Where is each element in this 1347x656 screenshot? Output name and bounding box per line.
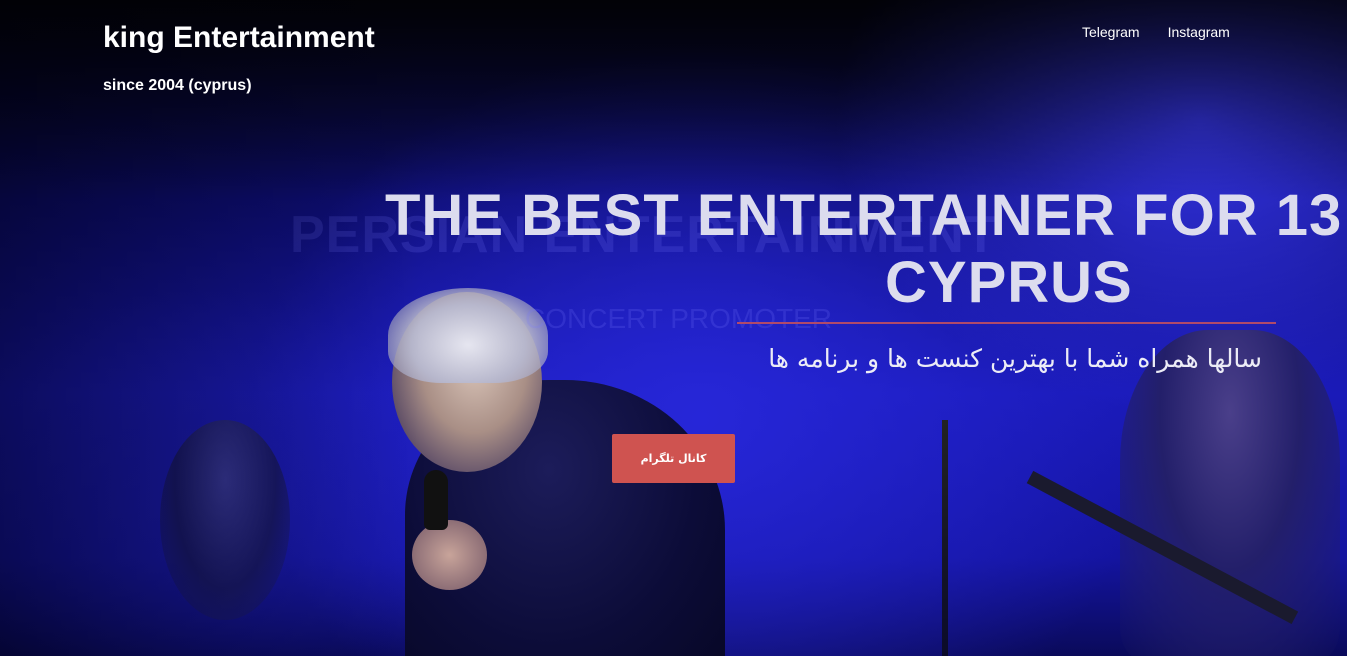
- hero-section: PERSIAN ENTERTAINMENT CONCERT PROMOTER k…: [0, 0, 1347, 656]
- nav-link-instagram[interactable]: Instagram: [1168, 24, 1230, 40]
- telegram-channel-button[interactable]: کانال تلگرام: [612, 434, 735, 483]
- headline-divider: [737, 322, 1276, 324]
- mic-stand-shape: [942, 420, 948, 656]
- singer-hand-figure: [412, 520, 487, 590]
- hero-headline-line-1: THE BEST ENTERTAINER FOR 13 Y: [385, 183, 1347, 248]
- hero-subtitle-persian: سالها همراه شما با بهترین کنست ها و برنا…: [768, 344, 1262, 373]
- background-text-concert-promoter: CONCERT PROMOTER: [525, 303, 832, 334]
- site-brand-title[interactable]: king Entertainment: [103, 21, 375, 55]
- nav-link-telegram[interactable]: Telegram: [1082, 24, 1140, 40]
- top-nav: Telegram Instagram: [1082, 24, 1230, 40]
- hero-headline-line-2: CYPRUS: [885, 250, 1133, 315]
- background-guitarist-figure: [1120, 330, 1340, 656]
- microphone-shape: [424, 470, 448, 530]
- site-tagline: since 2004 (cyprus): [103, 77, 252, 94]
